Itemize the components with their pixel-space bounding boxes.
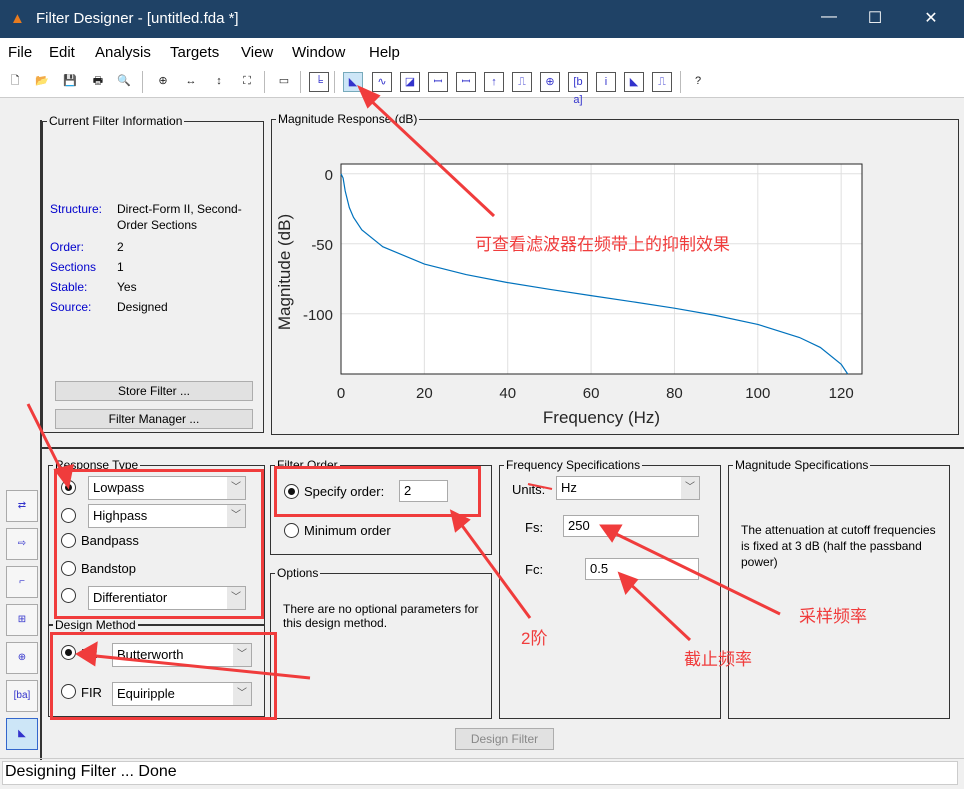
panel-title: Frequency Specifications — [504, 458, 643, 472]
y-tick-label: -50 — [311, 237, 333, 254]
x-tick-label: 20 — [416, 385, 433, 402]
x-tick-label: 100 — [745, 385, 770, 402]
x-tick-label: 0 — [337, 385, 345, 402]
y-tick-label: -100 — [303, 307, 333, 324]
units-label: Units: — [512, 482, 546, 497]
y-axis-label: Magnitude (dB) — [275, 214, 294, 330]
plot-area — [340, 163, 863, 375]
annotation-order: 2阶 — [521, 629, 548, 648]
magnitude-specs-panel: Magnitude Specifications The attenuation… — [728, 458, 950, 719]
options-panel: Options There are no optional parameters… — [270, 566, 492, 719]
y-tick-label: 0 — [325, 167, 333, 184]
x-tick-label: 60 — [583, 385, 600, 402]
frequency-specs-panel: Frequency Specifications — [499, 458, 721, 719]
fc-label: Fc: — [525, 562, 544, 577]
x-tick-label: 80 — [666, 385, 683, 402]
panel-title: Design Method — [53, 618, 138, 632]
fs-input[interactable]: 250 — [563, 515, 699, 537]
panel-title: Magnitude Specifications — [733, 458, 871, 472]
status-bar: Designing Filter ... Done — [2, 761, 958, 785]
x-axis-label: Frequency (Hz) — [543, 408, 660, 427]
fs-label: Fs: — [525, 520, 544, 535]
divider — [0, 758, 964, 759]
x-tick-label: 40 — [499, 385, 516, 402]
annotation-fs: 采样频率 — [799, 607, 867, 626]
options-text: There are no optional parameters for thi… — [283, 602, 479, 630]
annotation-box-order — [274, 466, 481, 517]
fc-input[interactable]: 0.5 — [585, 558, 699, 580]
minimum-order-radio[interactable] — [284, 523, 299, 538]
panel-title: Options — [275, 566, 321, 580]
design-filter-button[interactable]: Design Filter — [455, 728, 554, 750]
annotation-box-response — [54, 469, 264, 619]
chevron-down-icon: ﹀ — [681, 477, 699, 499]
annotation-plot: 可查看滤波器在频带上的抑制效果 — [475, 235, 730, 254]
annotation-fc: 截止频率 — [684, 650, 752, 669]
select-value: Hz — [561, 480, 577, 495]
minimum-order-label: Minimum order — [304, 523, 391, 538]
divider — [42, 447, 964, 449]
units-select[interactable]: Hz ﹀ — [556, 476, 700, 500]
magnitude-specs-text: The attenuation at cutoff frequencies is… — [741, 523, 936, 569]
x-tick-label: 120 — [829, 385, 854, 402]
annotation-box-method — [50, 632, 277, 720]
